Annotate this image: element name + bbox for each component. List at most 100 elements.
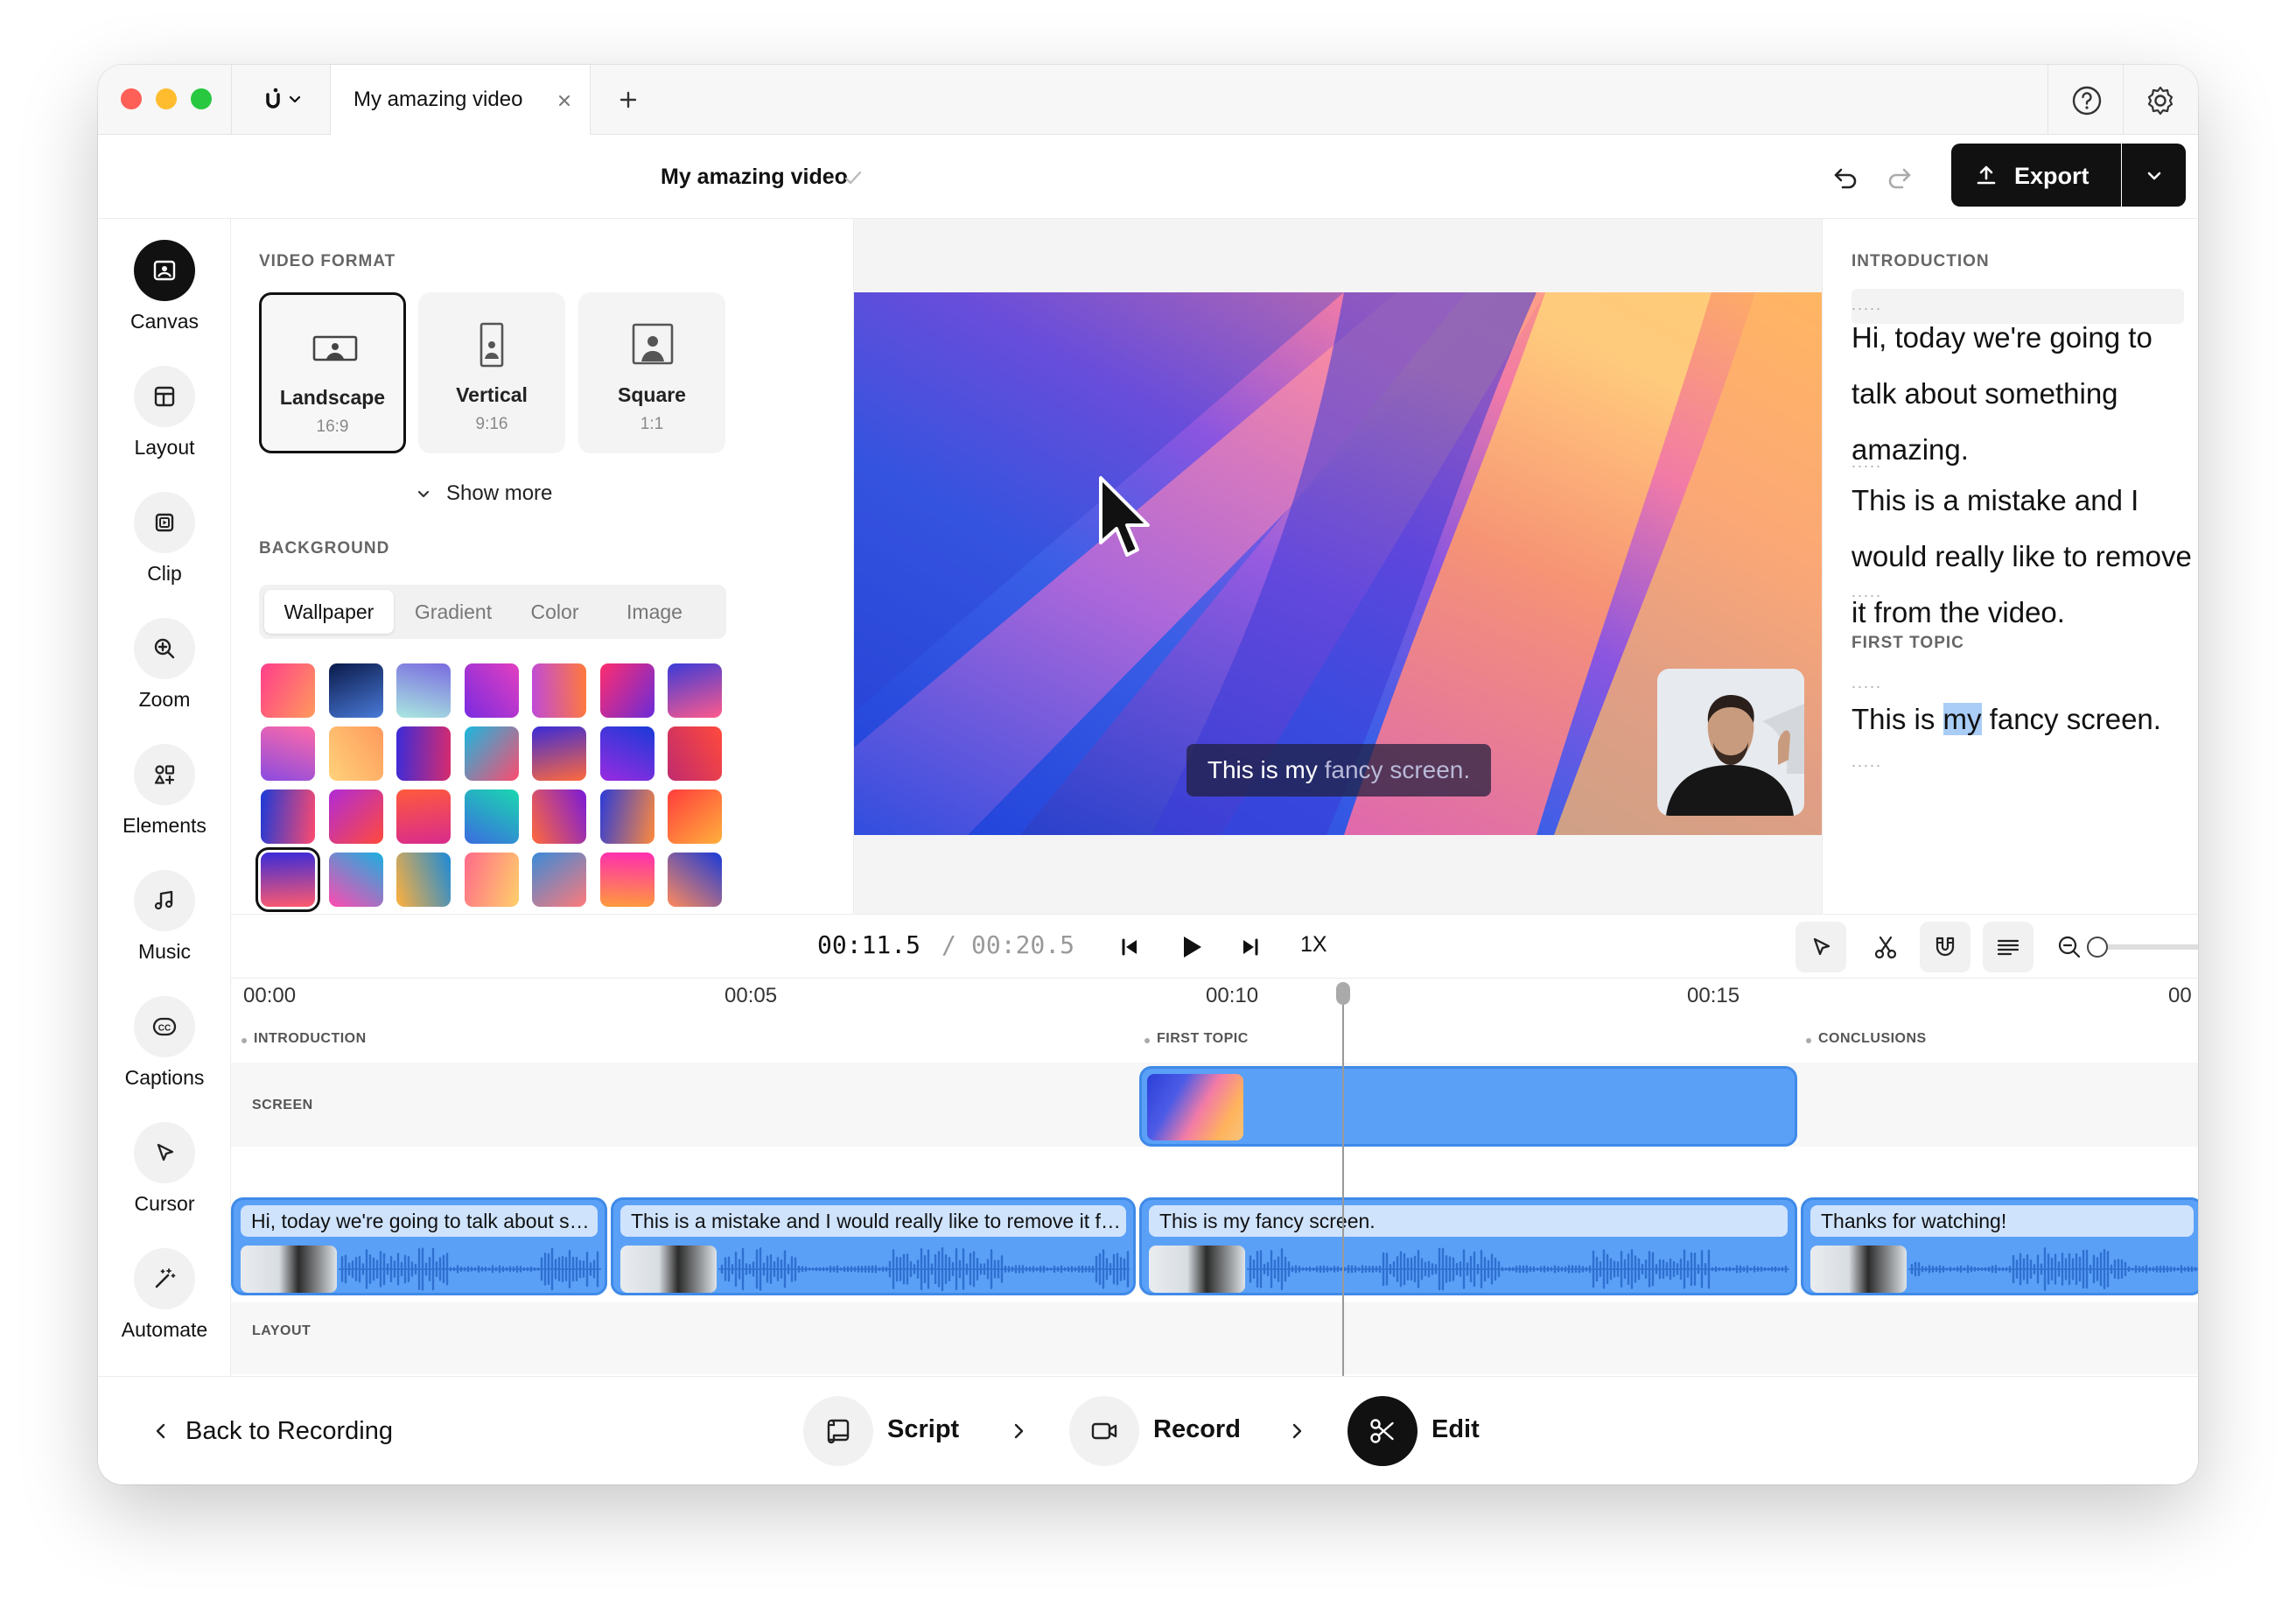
- wallpaper-swatch[interactable]: [668, 789, 722, 844]
- skip-back-icon[interactable]: [1116, 934, 1143, 960]
- caption-clip[interactable]: This is my fancy screen.: [1139, 1197, 1797, 1295]
- wallpaper-swatch[interactable]: [261, 663, 315, 718]
- wallpaper-swatch[interactable]: [599, 663, 654, 718]
- select-tool-button[interactable]: [1796, 922, 1846, 972]
- clip-caption: This is my fancy screen.: [1149, 1205, 1788, 1237]
- wallpaper-swatch[interactable]: [328, 726, 383, 781]
- caption-clip[interactable]: This is a mistake and I would really lik…: [611, 1197, 1136, 1295]
- wallpaper-swatch[interactable]: [532, 789, 586, 844]
- wallpaper-swatch[interactable]: [668, 853, 722, 907]
- export-button[interactable]: Export: [1951, 144, 2121, 207]
- rail-item-cursor[interactable]: Cursor: [98, 1122, 231, 1236]
- step-edit-label[interactable]: Edit: [1432, 1415, 1480, 1444]
- rail-item-zoom[interactable]: Zoom: [98, 618, 231, 732]
- section-marker-conclusions[interactable]: CONCLUSIONS: [1818, 1031, 1927, 1047]
- step-edit-button[interactable]: [1348, 1396, 1418, 1466]
- wallpaper-swatch[interactable]: [328, 789, 383, 844]
- playhead-handle[interactable]: [1336, 982, 1350, 1005]
- rail-item-elements[interactable]: Elements: [98, 744, 231, 858]
- format-landscape[interactable]: Landscape 16:9: [259, 292, 406, 453]
- screen-clip[interactable]: [1139, 1066, 1797, 1147]
- close-tab-icon[interactable]: [556, 93, 572, 109]
- format-vertical[interactable]: Vertical 9:16: [418, 292, 565, 453]
- tab-color[interactable]: Color: [511, 590, 598, 634]
- rail-item-automate[interactable]: Automate: [98, 1248, 231, 1362]
- rail-item-music[interactable]: Music: [98, 870, 231, 984]
- wallpaper-swatch[interactable]: [328, 853, 383, 907]
- wallpaper-swatch[interactable]: [464, 726, 519, 781]
- tab-my-amazing-video[interactable]: My amazing video: [330, 65, 591, 136]
- step-record-button[interactable]: [1069, 1396, 1139, 1466]
- wallpaper-swatch[interactable]: [261, 789, 315, 844]
- section-marker-introduction[interactable]: INTRODUCTION: [254, 1031, 367, 1047]
- redo-icon[interactable]: [1883, 161, 1914, 193]
- step-script-label[interactable]: Script: [887, 1415, 959, 1444]
- wallpaper-swatch[interactable]: [396, 663, 451, 718]
- wallpaper-swatch[interactable]: [464, 853, 519, 907]
- app-menu-button[interactable]: [247, 82, 317, 117]
- wallpaper-swatch[interactable]: [256, 847, 320, 912]
- format-square[interactable]: Square 1:1: [578, 292, 725, 453]
- playback-speed[interactable]: 1X: [1300, 932, 1327, 958]
- script-paragraph-2[interactable]: This is a mistake and I would really lik…: [1852, 473, 2198, 641]
- wallpaper-swatch[interactable]: [599, 789, 654, 844]
- vertical-icon: [480, 322, 504, 368]
- captions-toggle-button[interactable]: [1983, 922, 2034, 972]
- document-title[interactable]: My amazing video: [661, 165, 848, 190]
- playhead[interactable]: [1336, 982, 1350, 1376]
- script-paragraph-3[interactable]: This is my fancy screen.: [1852, 691, 2198, 747]
- play-icon[interactable]: [1176, 932, 1206, 962]
- pause-marker: .....: [1852, 753, 1883, 770]
- camera-bubble[interactable]: [1657, 669, 1804, 816]
- zoom-slider-knob[interactable]: [2087, 937, 2108, 958]
- help-icon[interactable]: [2070, 84, 2104, 117]
- video-preview[interactable]: This is my fancy screen.: [854, 292, 1822, 835]
- timeline[interactable]: 00:00 00:05 00:10 00:15 00 INTRODUCTION …: [231, 979, 2198, 1376]
- caption-clip[interactable]: Thanks for watching!: [1801, 1197, 2198, 1295]
- script-highlight[interactable]: my: [1942, 703, 1982, 735]
- timeline-zoom-slider[interactable]: [2087, 937, 2198, 958]
- rail-item-canvas[interactable]: Canvas: [98, 240, 231, 354]
- step-script-button[interactable]: [803, 1396, 873, 1466]
- script-paragraph-1[interactable]: Hi, today we're going to talk about some…: [1852, 310, 2198, 478]
- wallpaper-swatch[interactable]: [599, 853, 654, 907]
- wallpaper-swatch[interactable]: [668, 726, 722, 781]
- export-options-button[interactable]: [2122, 144, 2186, 207]
- zoom-out-icon[interactable]: [2056, 934, 2082, 960]
- skip-forward-icon[interactable]: [1237, 934, 1264, 960]
- wallpaper-swatch[interactable]: [464, 663, 519, 718]
- tab-wallpaper[interactable]: Wallpaper: [264, 590, 394, 634]
- audio-waveform: [1908, 1247, 2198, 1291]
- wallpaper-swatch[interactable]: [532, 853, 586, 907]
- tab-gradient[interactable]: Gradient: [399, 590, 508, 634]
- snap-button[interactable]: [1920, 922, 1970, 972]
- pause-marker: .....: [1852, 583, 1883, 600]
- rail-item-clip[interactable]: Clip: [98, 492, 231, 606]
- wallpaper-swatch[interactable]: [328, 663, 383, 718]
- chevron-right-icon: [1292, 1423, 1302, 1439]
- tab-image[interactable]: Image: [602, 590, 707, 634]
- wallpaper-swatch[interactable]: [396, 789, 451, 844]
- rail-item-layout[interactable]: Layout: [98, 366, 231, 480]
- wallpaper-swatch[interactable]: [599, 726, 654, 781]
- new-tab-icon[interactable]: [616, 88, 640, 112]
- wallpaper-swatch[interactable]: [396, 726, 451, 781]
- caption-clip[interactable]: Hi, today we're going to talk about some…: [231, 1197, 607, 1295]
- rail-item-captions[interactable]: CC Captions: [98, 996, 231, 1110]
- step-record-label[interactable]: Record: [1153, 1415, 1241, 1444]
- wallpaper-swatch[interactable]: [464, 789, 519, 844]
- wallpaper-swatch[interactable]: [668, 663, 722, 718]
- cut-scissors-icon[interactable]: [1872, 934, 1899, 960]
- minimize-window-button[interactable]: [156, 88, 177, 109]
- back-to-recording-button[interactable]: Back to Recording: [150, 1414, 393, 1449]
- wallpaper-swatch[interactable]: [261, 726, 315, 781]
- settings-gear-icon[interactable]: [2144, 84, 2177, 117]
- wallpaper-swatch[interactable]: [532, 726, 586, 781]
- close-window-button[interactable]: [121, 88, 142, 109]
- section-marker-first-topic[interactable]: FIRST TOPIC: [1157, 1031, 1249, 1047]
- wallpaper-swatch[interactable]: [532, 663, 586, 718]
- undo-icon[interactable]: [1830, 161, 1862, 193]
- wallpaper-swatch[interactable]: [396, 853, 451, 907]
- format-ratio: 16:9: [316, 418, 349, 436]
- maximize-window-button[interactable]: [191, 88, 212, 109]
